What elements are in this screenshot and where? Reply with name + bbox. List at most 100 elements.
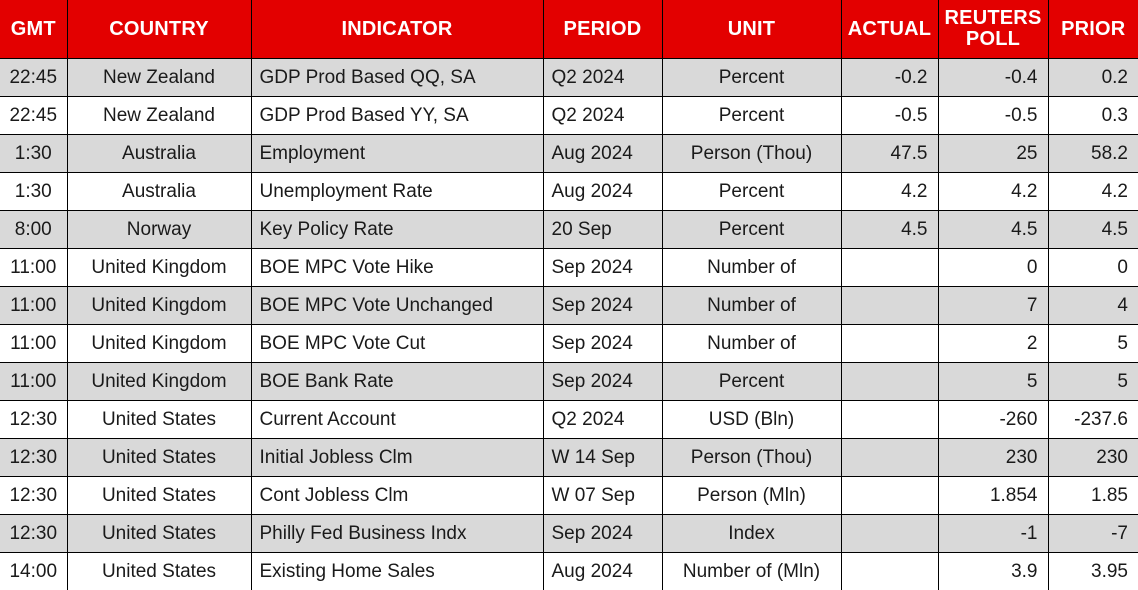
cell-gmt: 11:00 (0, 363, 67, 401)
cell-gmt: 8:00 (0, 211, 67, 249)
cell-actual (841, 553, 938, 590)
cell-country: Australia (67, 135, 251, 173)
cell-gmt: 11:00 (0, 287, 67, 325)
table-body: 22:45New ZealandGDP Prod Based QQ, SAQ2 … (0, 59, 1138, 590)
cell-gmt: 11:00 (0, 325, 67, 363)
cell-prior: 5 (1048, 363, 1138, 401)
cell-country: New Zealand (67, 97, 251, 135)
cell-actual (841, 325, 938, 363)
cell-period: Sep 2024 (543, 249, 662, 287)
column-header-gmt[interactable]: GMT (0, 0, 67, 59)
cell-country: United States (67, 515, 251, 553)
cell-prior: 58.2 (1048, 135, 1138, 173)
column-header-reuters-poll[interactable]: REUTERS POLL (938, 0, 1048, 59)
cell-poll: 5 (938, 363, 1048, 401)
cell-indicator: BOE MPC Vote Unchanged (251, 287, 543, 325)
table-row[interactable]: 12:30United StatesCont Jobless ClmW 07 S… (0, 477, 1138, 515)
cell-unit: Index (662, 515, 841, 553)
economic-calendar-table: GMT COUNTRY INDICATOR PERIOD UNIT ACTUAL… (0, 0, 1138, 590)
column-header-actual[interactable]: ACTUAL (841, 0, 938, 59)
cell-period: W 14 Sep (543, 439, 662, 477)
cell-poll: 7 (938, 287, 1048, 325)
table-row[interactable]: 14:00United StatesExisting Home SalesAug… (0, 553, 1138, 590)
cell-indicator: BOE Bank Rate (251, 363, 543, 401)
cell-gmt: 11:00 (0, 249, 67, 287)
cell-prior: -7 (1048, 515, 1138, 553)
cell-poll: 0 (938, 249, 1048, 287)
cell-actual: 4.2 (841, 173, 938, 211)
table-header: GMT COUNTRY INDICATOR PERIOD UNIT ACTUAL… (0, 0, 1138, 59)
cell-actual: -0.5 (841, 97, 938, 135)
table-row[interactable]: 11:00United KingdomBOE MPC Vote Unchange… (0, 287, 1138, 325)
table-row[interactable]: 8:00NorwayKey Policy Rate20 SepPercent4.… (0, 211, 1138, 249)
cell-country: United Kingdom (67, 363, 251, 401)
cell-indicator: Initial Jobless Clm (251, 439, 543, 477)
table-row[interactable]: 1:30AustraliaEmploymentAug 2024Person (T… (0, 135, 1138, 173)
cell-gmt: 1:30 (0, 173, 67, 211)
cell-prior: 230 (1048, 439, 1138, 477)
cell-gmt: 22:45 (0, 59, 67, 97)
cell-poll: 4.2 (938, 173, 1048, 211)
table-row[interactable]: 12:30United StatesPhilly Fed Business In… (0, 515, 1138, 553)
cell-actual (841, 439, 938, 477)
table-row[interactable]: 22:45New ZealandGDP Prod Based YY, SAQ2 … (0, 97, 1138, 135)
column-header-country[interactable]: COUNTRY (67, 0, 251, 59)
cell-unit: Person (Thou) (662, 439, 841, 477)
table-row[interactable]: 11:00United KingdomBOE Bank RateSep 2024… (0, 363, 1138, 401)
cell-actual (841, 363, 938, 401)
cell-gmt: 14:00 (0, 553, 67, 590)
table-row[interactable]: 11:00United KingdomBOE MPC Vote HikeSep … (0, 249, 1138, 287)
table-row[interactable]: 11:00United KingdomBOE MPC Vote CutSep 2… (0, 325, 1138, 363)
cell-prior: 3.95 (1048, 553, 1138, 590)
cell-prior: 4.2 (1048, 173, 1138, 211)
cell-prior: 5 (1048, 325, 1138, 363)
table-row[interactable]: 12:30United StatesCurrent AccountQ2 2024… (0, 401, 1138, 439)
cell-actual: 4.5 (841, 211, 938, 249)
cell-country: New Zealand (67, 59, 251, 97)
cell-actual (841, 515, 938, 553)
cell-unit: Percent (662, 97, 841, 135)
cell-actual (841, 477, 938, 515)
cell-period: Sep 2024 (543, 325, 662, 363)
column-header-unit[interactable]: UNIT (662, 0, 841, 59)
cell-poll: 3.9 (938, 553, 1048, 590)
cell-actual: -0.2 (841, 59, 938, 97)
cell-country: Norway (67, 211, 251, 249)
cell-poll: -260 (938, 401, 1048, 439)
table-row[interactable]: 12:30United StatesInitial Jobless ClmW 1… (0, 439, 1138, 477)
cell-period: Q2 2024 (543, 59, 662, 97)
cell-unit: Number of (Mln) (662, 553, 841, 590)
cell-unit: Person (Mln) (662, 477, 841, 515)
cell-poll: 1.854 (938, 477, 1048, 515)
table-row[interactable]: 1:30AustraliaUnemployment RateAug 2024Pe… (0, 173, 1138, 211)
cell-poll: 4.5 (938, 211, 1048, 249)
cell-indicator: Key Policy Rate (251, 211, 543, 249)
cell-period: Aug 2024 (543, 135, 662, 173)
cell-unit: Number of (662, 249, 841, 287)
column-header-prior[interactable]: PRIOR (1048, 0, 1138, 59)
cell-country: United States (67, 553, 251, 590)
cell-period: W 07 Sep (543, 477, 662, 515)
cell-country: Australia (67, 173, 251, 211)
cell-period: Sep 2024 (543, 287, 662, 325)
cell-country: United Kingdom (67, 325, 251, 363)
cell-country: United Kingdom (67, 287, 251, 325)
cell-unit: USD (Bln) (662, 401, 841, 439)
cell-unit: Percent (662, 59, 841, 97)
column-header-period[interactable]: PERIOD (543, 0, 662, 59)
cell-country: United Kingdom (67, 249, 251, 287)
cell-period: Sep 2024 (543, 363, 662, 401)
column-header-indicator[interactable]: INDICATOR (251, 0, 543, 59)
cell-indicator: Existing Home Sales (251, 553, 543, 590)
cell-prior: 0 (1048, 249, 1138, 287)
cell-indicator: BOE MPC Vote Hike (251, 249, 543, 287)
cell-indicator: Unemployment Rate (251, 173, 543, 211)
cell-unit: Percent (662, 363, 841, 401)
cell-gmt: 12:30 (0, 515, 67, 553)
cell-country: United States (67, 477, 251, 515)
cell-unit: Number of (662, 287, 841, 325)
cell-indicator: Cont Jobless Clm (251, 477, 543, 515)
cell-prior: 0.3 (1048, 97, 1138, 135)
cell-gmt: 12:30 (0, 401, 67, 439)
table-row[interactable]: 22:45New ZealandGDP Prod Based QQ, SAQ2 … (0, 59, 1138, 97)
